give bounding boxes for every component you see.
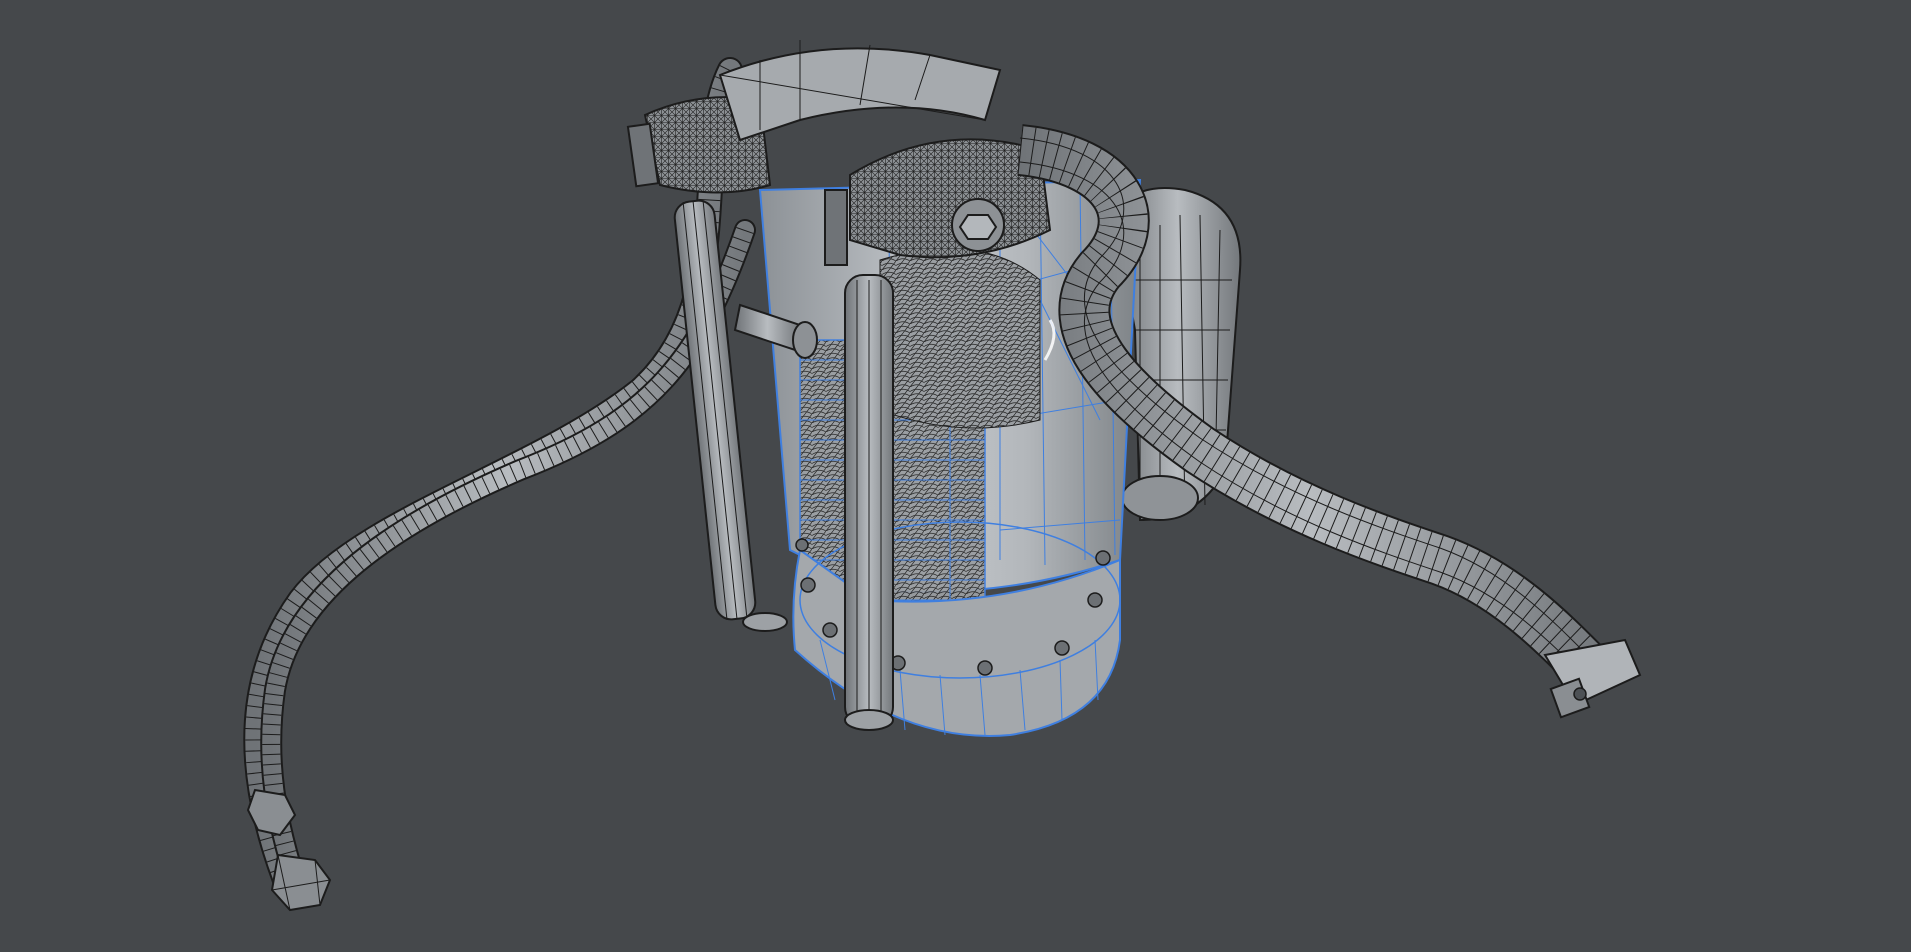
manifold-top[interactable] bbox=[718, 40, 1002, 142]
3d-viewport[interactable] bbox=[0, 0, 1911, 952]
wireframe-model[interactable] bbox=[0, 0, 1911, 952]
hex-nut-icon bbox=[951, 198, 1005, 252]
support-leg-front[interactable] bbox=[844, 274, 894, 731]
